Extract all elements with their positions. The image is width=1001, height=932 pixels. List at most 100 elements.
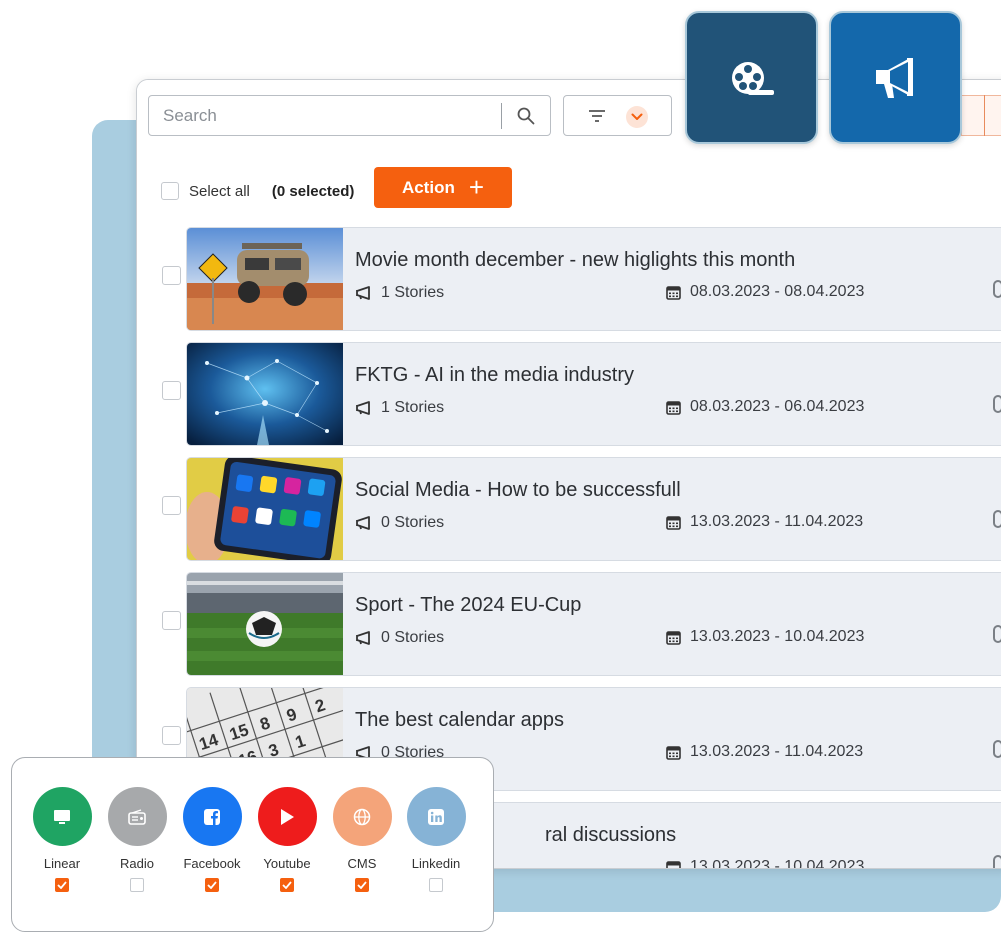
selected-count: (0 selected) bbox=[271, 182, 355, 200]
campaign-card[interactable]: Sport - The 2024 EU-Cup 0 Stories 13.03.… bbox=[186, 572, 1001, 676]
calendar-icon bbox=[666, 860, 681, 868]
megaphone-icon bbox=[356, 286, 370, 300]
stories-count-text: 1 Stories bbox=[381, 284, 445, 301]
linkedin-icon bbox=[428, 808, 444, 825]
calendar-icon bbox=[666, 400, 681, 415]
list-item: Movie month december - new higlights thi… bbox=[137, 227, 1001, 331]
date-range: 13.03.2023 - 10.04.2023 bbox=[666, 628, 864, 646]
globe-icon bbox=[353, 808, 371, 825]
row-checkbox[interactable] bbox=[162, 266, 181, 285]
channel-radio-button[interactable] bbox=[107, 787, 167, 846]
campaign-card[interactable]: Movie month december - new higlights thi… bbox=[186, 227, 1001, 331]
date-range-text: 08.03.2023 - 08.04.2023 bbox=[690, 283, 865, 300]
search-box bbox=[148, 95, 551, 136]
stories-count: 1 Stories bbox=[355, 399, 444, 417]
date-range-text: 13.03.2023 - 11.04.2023 bbox=[690, 743, 864, 760]
channel-checkbox[interactable] bbox=[130, 878, 144, 892]
calendar-icon bbox=[666, 285, 681, 300]
date-range: 13.03.2023 - 10.04.2023 bbox=[666, 858, 865, 869]
campaign-title: Movie month december - new higlights thi… bbox=[355, 249, 796, 271]
megaphone-icon bbox=[356, 631, 370, 645]
stories-count: 0 Stories bbox=[355, 514, 444, 532]
channel-label: Youtube bbox=[263, 856, 311, 871]
channel-linkedin-button[interactable] bbox=[406, 787, 466, 846]
facebook-icon bbox=[204, 808, 220, 825]
channel-facebook-button[interactable] bbox=[182, 787, 242, 846]
campaign-list-window: Select all (0 selected) Action + bbox=[136, 79, 1001, 869]
stories-count-text: 0 Stories bbox=[381, 629, 445, 646]
action-button[interactable]: Action + bbox=[374, 167, 512, 208]
channel-youtube-button[interactable] bbox=[257, 787, 317, 846]
stories-count: 1 Stories bbox=[355, 284, 444, 302]
filter-dropdown[interactable] bbox=[563, 95, 672, 136]
thumbnail-desert-vehicle bbox=[187, 228, 343, 330]
date-range: 13.03.2023 - 11.04.2023 bbox=[666, 743, 863, 761]
row-checkbox[interactable] bbox=[162, 726, 181, 745]
campaign-title: The best calendar apps bbox=[355, 709, 565, 731]
channel-radio: Radio bbox=[102, 787, 172, 892]
chevron-down-icon bbox=[626, 106, 648, 128]
channel-cms: CMS bbox=[327, 787, 397, 892]
view-toggle-divider bbox=[984, 95, 985, 136]
date-range-text: 13.03.2023 - 10.04.2023 bbox=[690, 858, 865, 869]
stories-count-text: 0 Stories bbox=[381, 514, 445, 531]
paperclip-icon bbox=[993, 510, 1001, 528]
date-range: 08.03.2023 - 08.04.2023 bbox=[666, 283, 864, 301]
megaphone-icon bbox=[356, 516, 370, 530]
radio-icon bbox=[128, 808, 146, 825]
campaign-button[interactable] bbox=[829, 11, 962, 144]
calendar-icon bbox=[666, 515, 681, 530]
channel-label: Linear bbox=[43, 856, 81, 871]
channel-linear-button[interactable] bbox=[32, 787, 92, 846]
channel-facebook: Facebook bbox=[177, 787, 247, 892]
stories-count: 0 Stories bbox=[355, 629, 444, 647]
action-button-label: Action bbox=[401, 177, 455, 197]
campaign-title: Sport - The 2024 EU-Cup bbox=[355, 594, 582, 616]
campaign-title: ral discussions bbox=[545, 824, 677, 846]
megaphone-icon bbox=[875, 57, 913, 98]
paperclip-icon bbox=[993, 280, 1001, 298]
date-range-text: 08.03.2023 - 06.04.2023 bbox=[690, 398, 865, 415]
channel-checkbox[interactable] bbox=[355, 878, 369, 892]
paperclip-icon bbox=[993, 625, 1001, 643]
channel-checkbox[interactable] bbox=[55, 878, 69, 892]
search-input[interactable] bbox=[163, 104, 493, 128]
thumbnail-phone-apps bbox=[187, 458, 343, 560]
date-range-text: 13.03.2023 - 11.04.2023 bbox=[690, 513, 864, 530]
channel-checkbox[interactable] bbox=[205, 878, 219, 892]
list-item: FKTG - AI in the media industry 1 Storie… bbox=[137, 342, 1001, 446]
channel-cms-button[interactable] bbox=[332, 787, 392, 846]
monitor-icon bbox=[54, 809, 70, 824]
row-checkbox[interactable] bbox=[162, 611, 181, 630]
calendar-icon bbox=[666, 745, 681, 760]
channel-youtube: Youtube bbox=[252, 787, 322, 892]
plus-icon: + bbox=[468, 171, 485, 202]
megaphone-icon bbox=[356, 401, 370, 415]
paperclip-icon bbox=[993, 395, 1001, 413]
view-toggle-button[interactable] bbox=[961, 95, 1001, 136]
channel-linear: Linear bbox=[27, 787, 97, 892]
date-range: 13.03.2023 - 11.04.2023 bbox=[666, 513, 863, 531]
channel-checkbox[interactable] bbox=[280, 878, 294, 892]
list-item: Social Media - How to be successfull 0 S… bbox=[137, 457, 1001, 561]
channel-label: Facebook bbox=[183, 856, 241, 871]
channel-label: CMS bbox=[347, 856, 377, 871]
channel-checkbox[interactable] bbox=[429, 878, 443, 892]
film-button[interactable] bbox=[685, 11, 818, 144]
row-checkbox[interactable] bbox=[162, 496, 181, 515]
campaign-title: Social Media - How to be successfull bbox=[355, 479, 681, 501]
date-range-text: 13.03.2023 - 10.04.2023 bbox=[690, 628, 865, 645]
list-item: Sport - The 2024 EU-Cup 0 Stories 13.03.… bbox=[137, 572, 1001, 676]
channel-selector: Linear Radio Facebook Youtube CMS Linked bbox=[11, 757, 494, 932]
calendar-icon bbox=[666, 630, 681, 645]
campaign-card[interactable]: Social Media - How to be successfull 0 S… bbox=[186, 457, 1001, 561]
filter-icon bbox=[589, 110, 605, 122]
search-button[interactable] bbox=[511, 102, 541, 130]
select-all-label: Select all bbox=[189, 182, 250, 200]
select-all-row: Select all (0 selected) bbox=[161, 176, 354, 206]
select-all-checkbox[interactable] bbox=[161, 182, 179, 200]
date-range: 08.03.2023 - 06.04.2023 bbox=[666, 398, 864, 416]
campaign-card[interactable]: FKTG - AI in the media industry 1 Storie… bbox=[186, 342, 1001, 446]
row-checkbox[interactable] bbox=[162, 381, 181, 400]
thumbnail-ai-network bbox=[187, 343, 343, 445]
